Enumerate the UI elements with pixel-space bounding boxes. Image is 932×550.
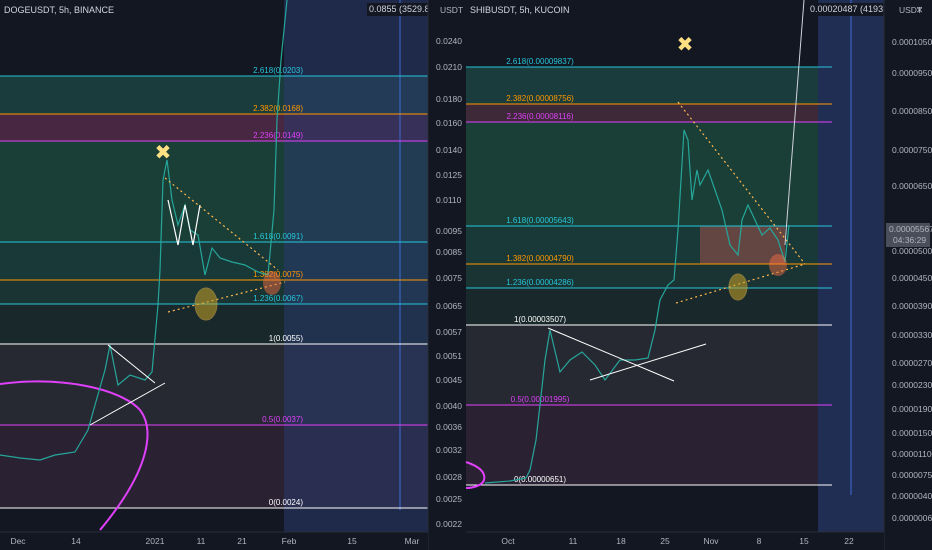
y-tick-label: 0.00006500 bbox=[892, 181, 932, 191]
x-tick-label: Mar bbox=[405, 536, 420, 546]
fib-level-label: 2.618(0.0203) bbox=[253, 66, 303, 75]
x-tick-label: 11 bbox=[569, 536, 578, 546]
support-circle bbox=[728, 273, 748, 301]
time-axis-background bbox=[466, 532, 884, 550]
x-tick-label: Feb bbox=[282, 536, 297, 546]
fib-level-label: 1.618(0.0091) bbox=[253, 232, 303, 241]
x-tick-label: 15 bbox=[347, 536, 357, 546]
x-tick-label: 14 bbox=[71, 536, 81, 546]
fib-level-label: 1.618(0.00005643) bbox=[506, 216, 574, 225]
fib-level-label: 1.236(0.00004286) bbox=[506, 278, 574, 287]
x-tick-label: 22 bbox=[844, 536, 854, 546]
y-tick-label: 0.00001100 bbox=[892, 449, 932, 459]
fib-level-label: 2.236(0.0149) bbox=[253, 131, 303, 140]
y-tick-label: 0.00008500 bbox=[892, 106, 932, 116]
x-tick-label: Oct bbox=[501, 536, 515, 546]
y-tick-label: 0.00000750 bbox=[892, 470, 932, 480]
y-tick-label: 0.0057 bbox=[436, 327, 462, 337]
x-tick-label: 15 bbox=[799, 536, 809, 546]
fib-zone bbox=[466, 405, 818, 485]
shib-current-price: 0.00005567 bbox=[889, 224, 932, 234]
y-tick-label: 0.00003900 bbox=[892, 301, 932, 311]
y-tick-label: 0.0125 bbox=[436, 170, 462, 180]
y-tick-label: 0.0045 bbox=[436, 375, 462, 385]
y-tick-label: 0.0075 bbox=[436, 273, 462, 283]
y-tick-label: 0.00003300 bbox=[892, 330, 932, 340]
y-tick-label: 0.00009500 bbox=[892, 68, 932, 78]
x-tick-label: Dec bbox=[10, 536, 26, 546]
y-tick-label: 0.00001900 bbox=[892, 404, 932, 414]
doge-chart-panel[interactable]: 2.618(0.0203)2.382(0.0168)2.236(0.0149)1… bbox=[0, 0, 463, 550]
fib-level-label: 0.5(0.0037) bbox=[262, 415, 303, 424]
y-tick-label: 0.0085 bbox=[436, 247, 462, 257]
fib-level-label: 0(0.00000651) bbox=[514, 475, 566, 484]
touch-circle bbox=[263, 271, 281, 295]
y-tick-label: 0.00001500 bbox=[892, 428, 932, 438]
fib-level-label: 1(0.00003507) bbox=[514, 315, 566, 324]
y-tick-label: 0.00007500 bbox=[892, 145, 932, 155]
x-tick-label: 21 bbox=[237, 536, 247, 546]
y-tick-label: 0.00010500 bbox=[892, 37, 932, 47]
dual-chart-screenshot: 2.618(0.0203)2.382(0.0168)2.236(0.0149)1… bbox=[0, 0, 932, 550]
doge-axis-unit: USDT bbox=[440, 5, 463, 15]
shib-countdown: 04:36:29 bbox=[893, 235, 926, 245]
y-tick-label: 0.00002300 bbox=[892, 380, 932, 390]
time-axis-background bbox=[0, 532, 428, 550]
peak-marker-icon: ✖ bbox=[155, 140, 172, 164]
fib-level-label: 1.236(0.0067) bbox=[253, 294, 303, 303]
y-tick-label: 0.0022 bbox=[436, 519, 462, 529]
y-tick-label: 0.0028 bbox=[436, 472, 462, 482]
fib-level-label: 0(0.0024) bbox=[269, 498, 304, 507]
y-tick-label: 0.00002700 bbox=[892, 358, 932, 368]
shib-time-axis[interactable]: Oct 11 18 25 Nov 8 15 22 bbox=[466, 531, 884, 550]
y-tick-label: 0.0180 bbox=[436, 94, 462, 104]
peak-marker-icon: ✖ bbox=[677, 32, 694, 56]
shib-symbol-label: SHIBUSDT, 5h, KUCOIN bbox=[470, 5, 570, 15]
y-tick-label: 0.00004500 bbox=[892, 273, 932, 283]
y-tick-label: 0.00000400 bbox=[892, 491, 932, 501]
shib-price-axis[interactable]: USDT ✕ 0.000105000.000095000.000085000.0… bbox=[883, 0, 932, 550]
y-tick-label: 0.00000060 bbox=[892, 513, 932, 523]
fib-zone bbox=[466, 325, 818, 405]
x-tick-label: 8 bbox=[757, 536, 762, 546]
doge-symbol-label: DOGEUSDT, 5h, BINANCE bbox=[4, 5, 114, 15]
doge-price-axis[interactable]: USDT 0.0240 0.0210 0.0180 0.0160 0.0140 0.012… bbox=[427, 0, 464, 550]
fib-zone bbox=[466, 122, 818, 226]
touch-circle bbox=[769, 254, 787, 276]
y-tick-label: 0.0210 bbox=[436, 62, 462, 72]
y-tick-label: 0.0065 bbox=[436, 301, 462, 311]
y-tick-label: 0.0032 bbox=[436, 445, 462, 455]
projection-zone bbox=[284, 0, 428, 550]
y-tick-label: 0.00005000 bbox=[892, 246, 932, 256]
y-tick-label: 0.0095 bbox=[436, 226, 462, 236]
fib-level-label: 2.382(0.00008756) bbox=[506, 94, 574, 103]
y-tick-label: 0.0025 bbox=[436, 494, 462, 504]
y-tick-label: 0.0036 bbox=[436, 422, 462, 432]
fib-level-label: 1.382(0.00004790) bbox=[506, 254, 574, 263]
y-tick-label: 0.0140 bbox=[436, 145, 462, 155]
fib-level-label: 1(0.0055) bbox=[269, 334, 304, 343]
y-tick-label: 0.0240 bbox=[436, 36, 462, 46]
x-tick-label: 11 bbox=[197, 536, 206, 546]
x-tick-label: 18 bbox=[616, 536, 626, 546]
x-tick-label: 2021 bbox=[146, 536, 165, 546]
support-circle bbox=[194, 287, 218, 321]
close-icon[interactable]: ✕ bbox=[916, 5, 923, 15]
y-tick-label: 0.0040 bbox=[436, 401, 462, 411]
doge-time-axis[interactable]: Dec 14 2021 11 21 Feb 15 Mar bbox=[0, 531, 428, 550]
x-tick-label: 25 bbox=[660, 536, 670, 546]
shib-chart-panel[interactable]: 2.618(0.00009837) 2.382(0.00008756) 2.236(… bbox=[465, 0, 924, 550]
fib-level-label: 2.618(0.00009837) bbox=[506, 57, 574, 66]
x-tick-label: Nov bbox=[703, 536, 719, 546]
y-tick-label: 0.0051 bbox=[436, 351, 462, 361]
fib-level-label: 2.236(0.00008116) bbox=[506, 112, 573, 121]
y-tick-label: 0.0110 bbox=[436, 195, 462, 205]
y-tick-label: 0.0160 bbox=[436, 118, 462, 128]
shib-y-ticks: 0.00010500 0.00009500 0.00008500 0.00007500… bbox=[892, 37, 932, 523]
